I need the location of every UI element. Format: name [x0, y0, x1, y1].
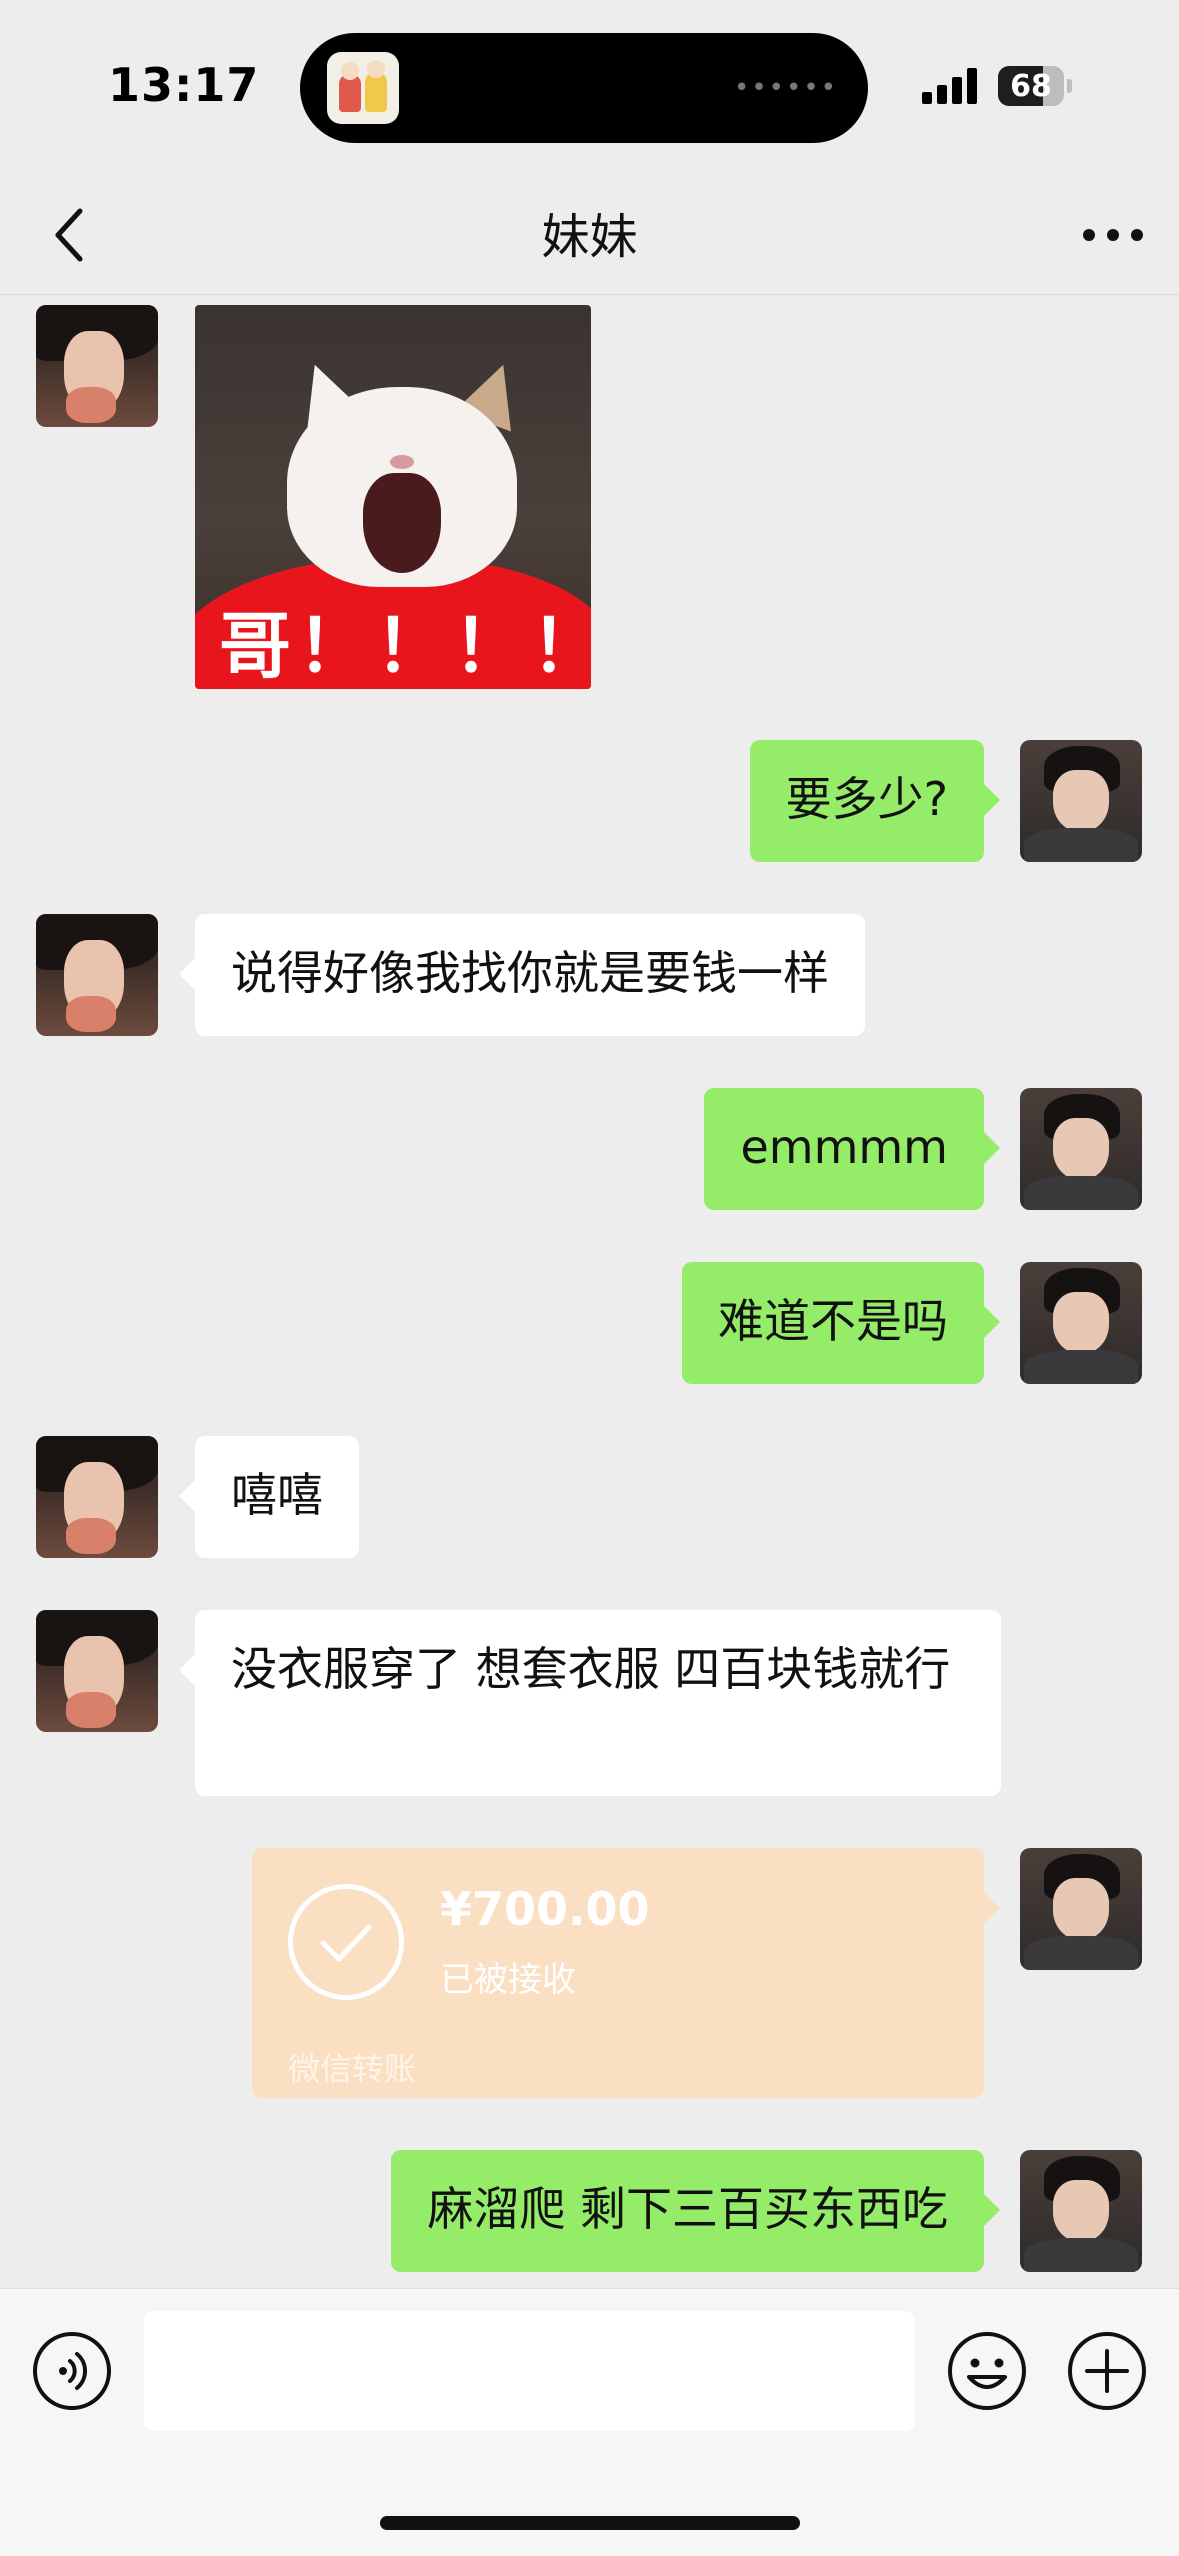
my-avatar[interactable] — [1020, 740, 1142, 862]
message-bubble-outgoing[interactable]: 难道不是吗 — [682, 1262, 1000, 1384]
emoji-icon — [948, 2332, 1026, 2410]
voice-button[interactable] — [32, 2331, 112, 2411]
message-bubble-incoming[interactable]: 说得好像我找你就是要钱一样 — [179, 914, 865, 1036]
contact-avatar[interactable] — [36, 305, 158, 427]
my-avatar[interactable] — [1020, 2150, 1142, 2272]
island-activity-dots: •••••• — [733, 73, 838, 103]
contact-avatar[interactable] — [36, 1436, 158, 1558]
sticker-caption: 哥！！！！ — [219, 604, 591, 688]
message-text: 难道不是吗 — [718, 1294, 948, 1348]
message-text: 嘻嘻 — [231, 1468, 323, 1522]
contact-avatar[interactable] — [36, 1610, 158, 1732]
transfer-amount: ¥700.00 — [440, 1882, 650, 1936]
message-bubble-outgoing[interactable]: emmmm — [704, 1088, 1000, 1210]
my-avatar[interactable] — [1020, 1262, 1142, 1384]
plus-circle-icon — [1068, 2332, 1146, 2410]
transfer-footer: 微信转账 — [288, 2050, 417, 2088]
message-bubble-outgoing[interactable]: 要多少? — [749, 740, 1001, 862]
battery-tip — [1067, 79, 1072, 93]
message-bubble-incoming[interactable]: 没衣服穿了 想套衣服 四百块钱就行 — [179, 1610, 1001, 1796]
battery-icon: 68 — [998, 66, 1064, 106]
sticker-message[interactable]: 哥！！！！ — [195, 305, 591, 689]
more-functions-button[interactable] — [1067, 2331, 1147, 2411]
now-playing-app-icon[interactable] — [327, 52, 399, 124]
emoji-button[interactable] — [947, 2331, 1027, 2411]
message-text: 说得好像我找你就是要钱一样 — [231, 946, 829, 1000]
more-options-button[interactable] — [1075, 197, 1151, 273]
message-text: emmmm — [740, 1120, 948, 1174]
message-bubble-outgoing[interactable]: 麻溜爬 剩下三百买东西吃 — [391, 2150, 1000, 2272]
chat-title: 妹妹 — [541, 209, 638, 265]
transfer-card[interactable]: ¥700.00 已被接收 微信转账 — [252, 1848, 1000, 2098]
status-bar: 13:17 •••••• 68 — [0, 0, 1179, 175]
message-input[interactable] — [144, 2311, 915, 2431]
more-dots-icon — [1083, 229, 1143, 241]
my-avatar[interactable] — [1020, 1848, 1142, 1970]
chat-header: 妹妹 — [0, 175, 1179, 295]
battery-percentage: 68 — [1010, 69, 1052, 104]
voice-icon — [33, 2332, 111, 2410]
transfer-status: 已被接收 — [440, 1960, 576, 2000]
message-text: 要多少? — [785, 772, 948, 826]
cellular-signal-icon — [922, 68, 982, 104]
status-time: 13:17 — [108, 58, 260, 112]
home-indicator[interactable] — [380, 2516, 800, 2530]
my-avatar[interactable] — [1020, 1088, 1142, 1210]
contact-avatar[interactable] — [36, 914, 158, 1036]
dynamic-island[interactable]: •••••• — [300, 33, 868, 143]
message-text: 麻溜爬 剩下三百买东西吃 — [427, 2182, 948, 2236]
message-bubble-incoming[interactable]: 嘻嘻 — [179, 1436, 359, 1558]
chat-screen: 13:17 •••••• 68 妹妹 哥！！！！ 要多少? 说得好像我找你就是要… — [0, 0, 1179, 2556]
check-circle-icon — [288, 1884, 404, 2000]
message-text: 没衣服穿了 想套衣服 四百块钱就行 — [231, 1642, 951, 1696]
